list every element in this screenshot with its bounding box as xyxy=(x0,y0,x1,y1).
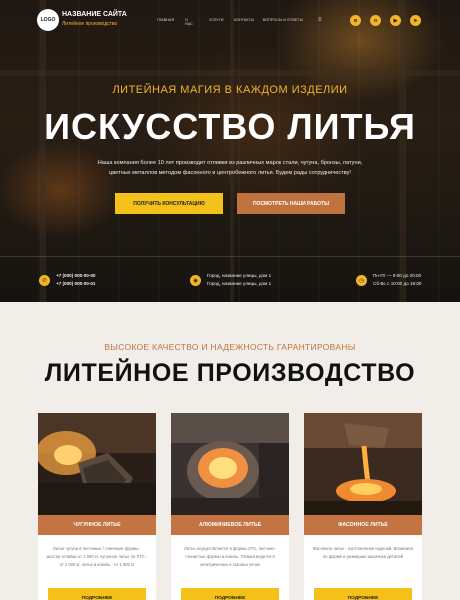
telegram-icon[interactable]: ➤ xyxy=(410,15,421,26)
card-title: Алюминиевое литье xyxy=(171,515,289,535)
header: LOGO НАЗВАНИЕ САЙТА Литейное производств… xyxy=(0,0,460,42)
logo[interactable]: LOGO xyxy=(37,9,59,31)
card-description: Литье чугуна в песчаные / глиняные формы… xyxy=(46,546,148,567)
view-works-button[interactable]: Посмотреть наши работы xyxy=(237,193,345,214)
section-title: ЛИТЕЙНОЕ ПРОИЗВОДСТВО xyxy=(44,359,416,387)
nav-item-services[interactable]: Услуги xyxy=(209,18,224,22)
card-cast-iron: Чугунное литье Литье чугуна в песчаные /… xyxy=(38,413,156,600)
hero-section: LOGO НАЗВАНИЕ САЙТА Литейное производств… xyxy=(0,0,460,302)
contact-address: Город, название улицы, дом 1 Город, назв… xyxy=(207,272,271,288)
vk-icon[interactable]: в xyxy=(350,15,361,26)
contact-hours: Пн-Пт — 9:00 до 20:00 Сб-Вс с 10:00 до 1… xyxy=(373,272,421,288)
hero-title: ИСКУССТВО ЛИТЬЯ xyxy=(44,106,416,147)
section-kicker: ВЫСОКОЕ КАЧЕСТВО И НАДЕЖНОСТЬ ГАРАНТИРОВ… xyxy=(104,342,356,352)
site-name[interactable]: НАЗВАНИЕ САЙТА xyxy=(62,11,127,18)
more-button[interactable]: Подробнее xyxy=(48,588,146,600)
card-aluminum: Алюминиевое литье Литье осуществляется в… xyxy=(171,413,289,600)
phone-1[interactable]: +7 (000) 000-00-00 xyxy=(56,272,95,280)
card-shaped-casting: Фасонное литье Фасонное литье - изготовл… xyxy=(304,413,422,600)
phone-icon: ✆ xyxy=(39,275,50,286)
hero-kicker: ЛИТЕЙНАЯ МАГИЯ В КАЖДОМ ИЗДЕЛИИ xyxy=(112,84,348,96)
hero-text: Наша компания более 10 лет производит от… xyxy=(97,160,363,176)
site-tagline: Литейное производство xyxy=(62,21,118,27)
card-description: Литье осуществляется в формы ХТС, песчан… xyxy=(184,546,276,567)
nav-item-contacts[interactable]: Контакты xyxy=(234,18,254,22)
card-description: Фасонное литье - изготовление изделий. В… xyxy=(312,546,414,559)
cast-iron-photo xyxy=(38,413,156,515)
card-title: Чугунное литье xyxy=(38,515,156,535)
nav-item-faq[interactable]: Вопросы и ответы xyxy=(263,18,303,22)
card-title: Фасонное литье xyxy=(304,515,422,535)
odnoklassniki-icon[interactable]: о xyxy=(370,15,381,26)
menu-icon[interactable]: ≡ xyxy=(318,17,322,23)
clock-icon: ◷ xyxy=(356,275,367,286)
hours-weekdays: Пн-Пт — 9:00 до 20:00 xyxy=(373,273,422,278)
youtube-icon[interactable]: ▶ xyxy=(390,15,401,26)
location-icon: ◉ xyxy=(190,275,201,286)
nav-item-about[interactable]: О нас xyxy=(185,18,193,26)
divider xyxy=(0,256,460,257)
nav-item-home[interactable]: Главная xyxy=(157,18,174,22)
more-button[interactable]: Подробнее xyxy=(314,588,412,600)
more-button[interactable]: Подробнее xyxy=(181,588,279,600)
phone-2[interactable]: +7 (000) 000-00-01 xyxy=(56,280,95,288)
shaped-casting-photo xyxy=(304,413,422,515)
consultation-button[interactable]: Получить консультацию xyxy=(115,193,223,214)
hours-weekend: Сб-Вс с 10:00 до 18:00 xyxy=(373,281,422,286)
address-1: Город, название улицы, дом 1 xyxy=(207,273,272,278)
contact-phones: +7 (000) 000-00-00 +7 (000) 000-00-01 xyxy=(56,272,95,288)
address-2: Город, название улицы, дом 1 xyxy=(207,281,272,286)
aluminum-photo xyxy=(171,413,289,515)
